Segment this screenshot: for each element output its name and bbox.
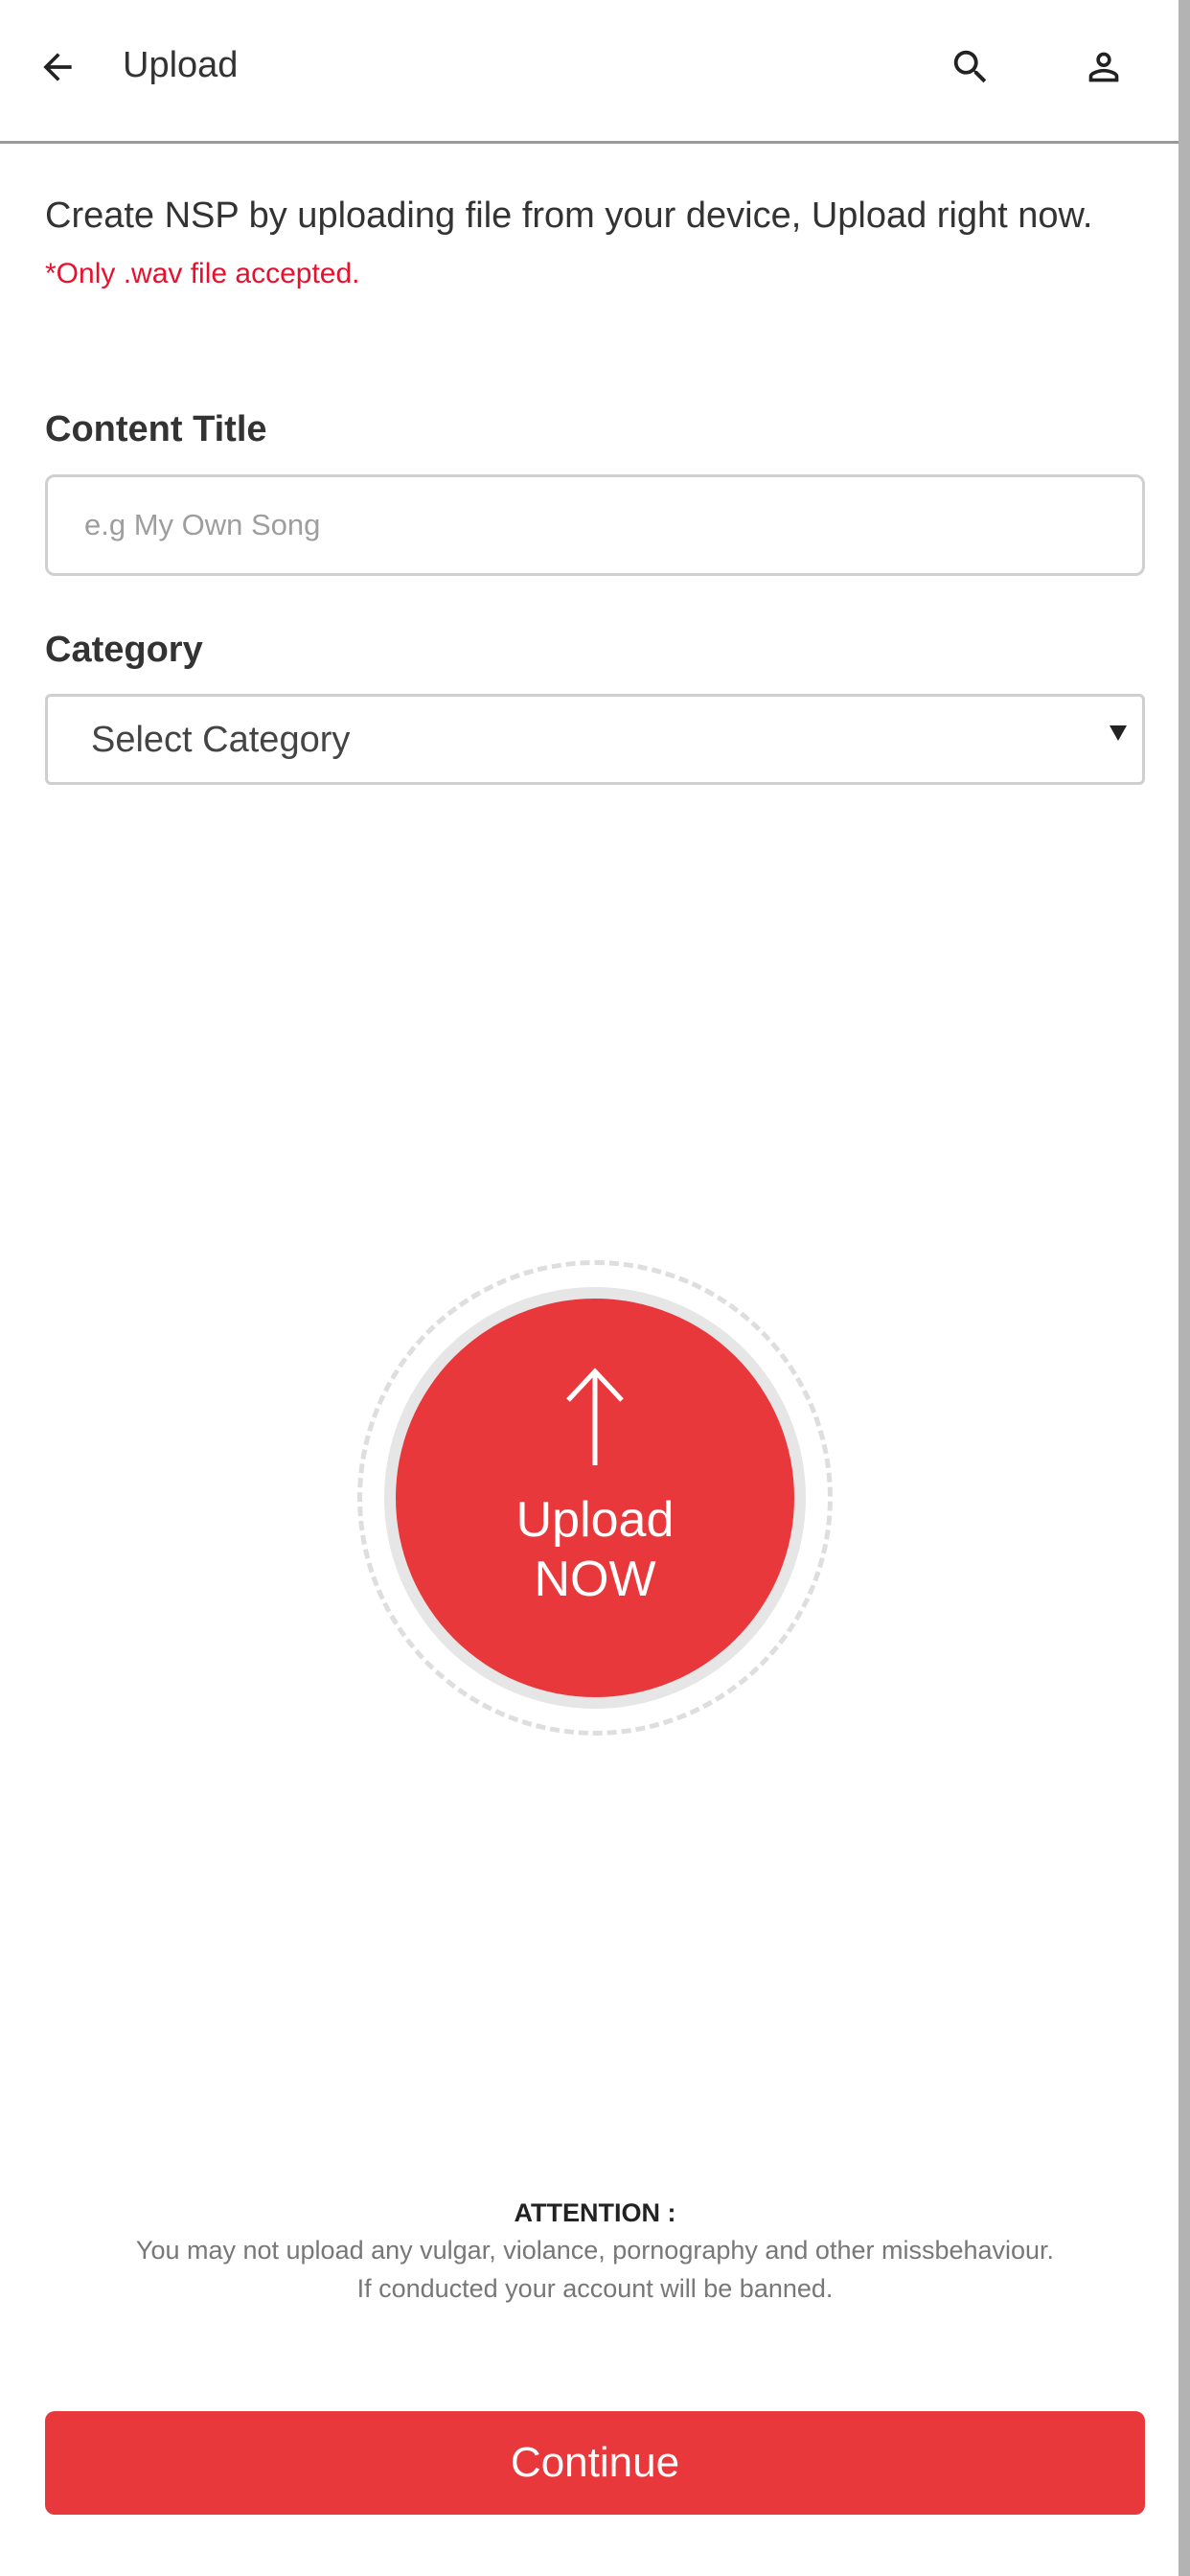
- search-icon: [953, 50, 987, 83]
- intro-text: Create NSP by uploading file from your d…: [45, 196, 1093, 236]
- scrollbar-edge: [1179, 0, 1190, 2576]
- content-title-label: Content Title: [45, 409, 267, 449]
- profile-button[interactable]: [1067, 31, 1140, 104]
- upload-label-line2: NOW: [534, 1552, 656, 1607]
- page-title: Upload: [123, 45, 239, 85]
- upload-area: Upload NOW: [357, 1260, 833, 1736]
- app-bar: Upload: [0, 0, 1179, 144]
- category-select[interactable]: Select Category: [45, 694, 1145, 785]
- person-icon: [1088, 52, 1119, 82]
- attention-line-2: If conducted your account will be banned…: [356, 2274, 834, 2303]
- attention-title: ATTENTION :: [514, 2198, 676, 2227]
- upload-now-label: Upload NOW: [396, 1490, 794, 1609]
- category-select-value: Select Category: [91, 720, 351, 760]
- upload-now-button[interactable]: Upload NOW: [396, 1299, 794, 1697]
- arrow-up-icon: [566, 1368, 624, 1465]
- upload-screen: Upload Create NSP by uploading file from…: [0, 0, 1190, 2576]
- attention-notice: ATTENTION : You may not upload any vulga…: [0, 2195, 1190, 2308]
- file-type-note: *Only .wav file accepted.: [45, 258, 360, 289]
- content-title-input[interactable]: [45, 474, 1145, 576]
- attention-line-1: You may not upload any vulgar, violance,…: [135, 2236, 1055, 2265]
- search-button[interactable]: [934, 31, 1007, 104]
- intro-text-block: Create NSP by uploading file from your d…: [45, 188, 1137, 302]
- caret-down-icon: [1110, 725, 1127, 741]
- continue-button[interactable]: Continue: [45, 2411, 1145, 2515]
- back-button[interactable]: [21, 31, 94, 104]
- arrow-left-icon: [43, 53, 72, 81]
- upload-label-line1: Upload: [515, 1492, 675, 1548]
- category-label: Category: [45, 630, 203, 670]
